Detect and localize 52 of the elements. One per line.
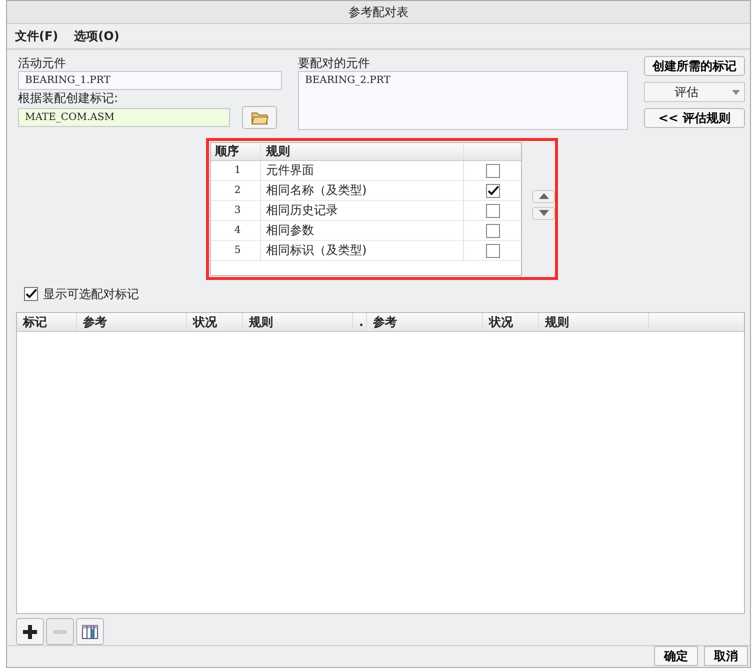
input-field[interactable]: BEARING_1.PRT [18,71,282,90]
column-header: 规则 [539,313,649,331]
move-up-button[interactable] [532,190,555,202]
checkbox[interactable] [486,224,500,238]
input-field[interactable]: MATE_COM.ASM [18,108,230,127]
table-cell: 2 [211,181,261,200]
table-cell: 元件界面 [261,161,464,180]
field-label: 要配对的元件 [298,56,371,70]
ok-button[interactable]: 确定 [654,646,698,666]
field-label: 根据装配创建标记: [18,91,120,105]
column-header: 状况 [483,313,539,331]
add-button[interactable] [16,618,44,645]
down-arrow-icon [538,210,548,216]
table-cell: 相同名称（及类型) [261,181,464,200]
column-header: 参考 [367,313,483,331]
checkbox-label: 显示可选配对标记 [43,286,139,302]
column-header: 状况 [187,313,243,331]
checkbox[interactable] [486,184,500,198]
columns-icon [82,624,98,638]
menu-item[interactable]: 文件(F) [15,28,58,44]
table-cell: 1 [211,161,261,180]
move-down-button[interactable] [532,206,555,220]
evaluate-dropdown[interactable]: 评估 [644,82,745,102]
checkbox[interactable] [24,287,38,301]
column-header: 参考 [77,313,187,331]
evaluate-rules-button[interactable]: << 评估规则 [644,108,745,128]
plus-icon [23,624,37,638]
table-cell: 相同参数 [261,221,464,240]
columns-button[interactable] [76,618,104,645]
table-cell: 3 [211,201,261,220]
up-arrow-icon [538,193,548,199]
input-field[interactable]: BEARING_2.PRT [298,71,628,130]
checkbox[interactable] [486,244,500,258]
column-header: 规则 [261,143,464,160]
field-label: 活动元件 [18,56,67,70]
table-cell: 相同历史记录 [261,201,464,220]
table-cell: 5 [211,241,261,260]
table-cell: 4 [211,221,261,240]
column-header: 规则 [243,313,353,331]
create-marks-button[interactable]: 创建所需的标记 [644,56,745,76]
window-title: 参考配对表 [7,1,750,24]
open-folder-button[interactable] [242,106,277,129]
column-header: 标记 [17,313,77,331]
folder-icon [250,110,268,124]
cancel-button[interactable]: 取消 [704,646,748,666]
column-header: . [353,313,367,331]
caret-icon [732,90,740,94]
column-header: 顺序 [211,143,261,160]
checkbox[interactable] [486,204,500,218]
menu-item[interactable]: 选项(O) [74,28,120,44]
checkbox[interactable] [486,164,500,178]
table-cell: 相同标识（及类型) [261,241,464,260]
